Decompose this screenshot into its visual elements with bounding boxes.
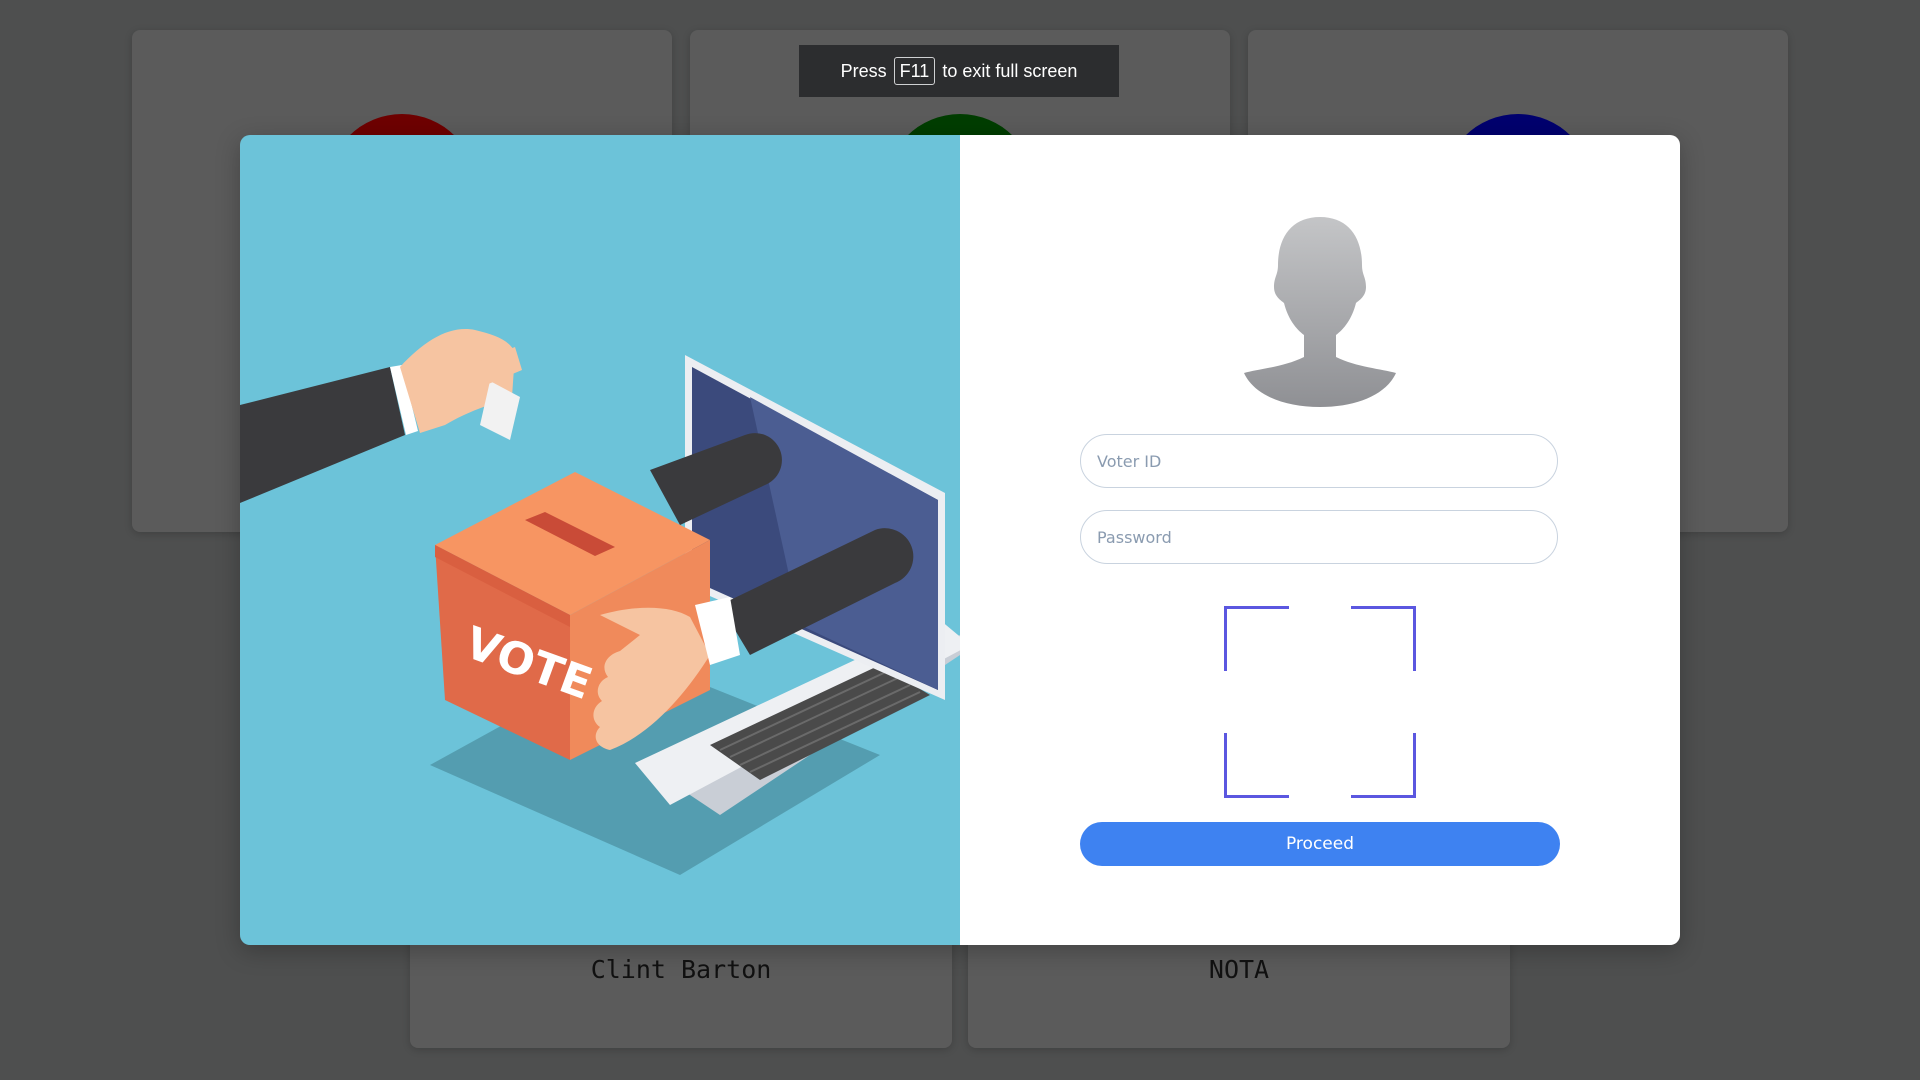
voting-illustration: VOTE (240, 135, 960, 945)
candidate-name: Clint Barton (590, 955, 772, 984)
scan-corner-bottom-right (1351, 733, 1416, 798)
password-input[interactable] (1080, 510, 1558, 564)
user-silhouette-icon (1244, 217, 1396, 407)
candidate-name: NOTA (1208, 955, 1270, 984)
fullscreen-notice: Press F11 to exit full screen (799, 45, 1119, 97)
proceed-button[interactable]: Proceed (1080, 822, 1560, 866)
f11-key-badge: F11 (893, 57, 936, 85)
scan-corner-top-left (1224, 606, 1289, 671)
voter-id-input[interactable] (1080, 434, 1558, 488)
face-scan-frame-icon (1224, 606, 1416, 798)
scan-corner-top-right (1351, 606, 1416, 671)
scan-corner-bottom-left (1224, 733, 1289, 798)
notice-prefix: Press (840, 60, 887, 81)
notice-suffix: to exit full screen (942, 60, 1078, 81)
login-panel: Proceed (960, 135, 1680, 945)
login-modal: VOTE Voter ID Proceed (240, 135, 1680, 945)
vote-illustration-image: VOTE (240, 329, 960, 875)
